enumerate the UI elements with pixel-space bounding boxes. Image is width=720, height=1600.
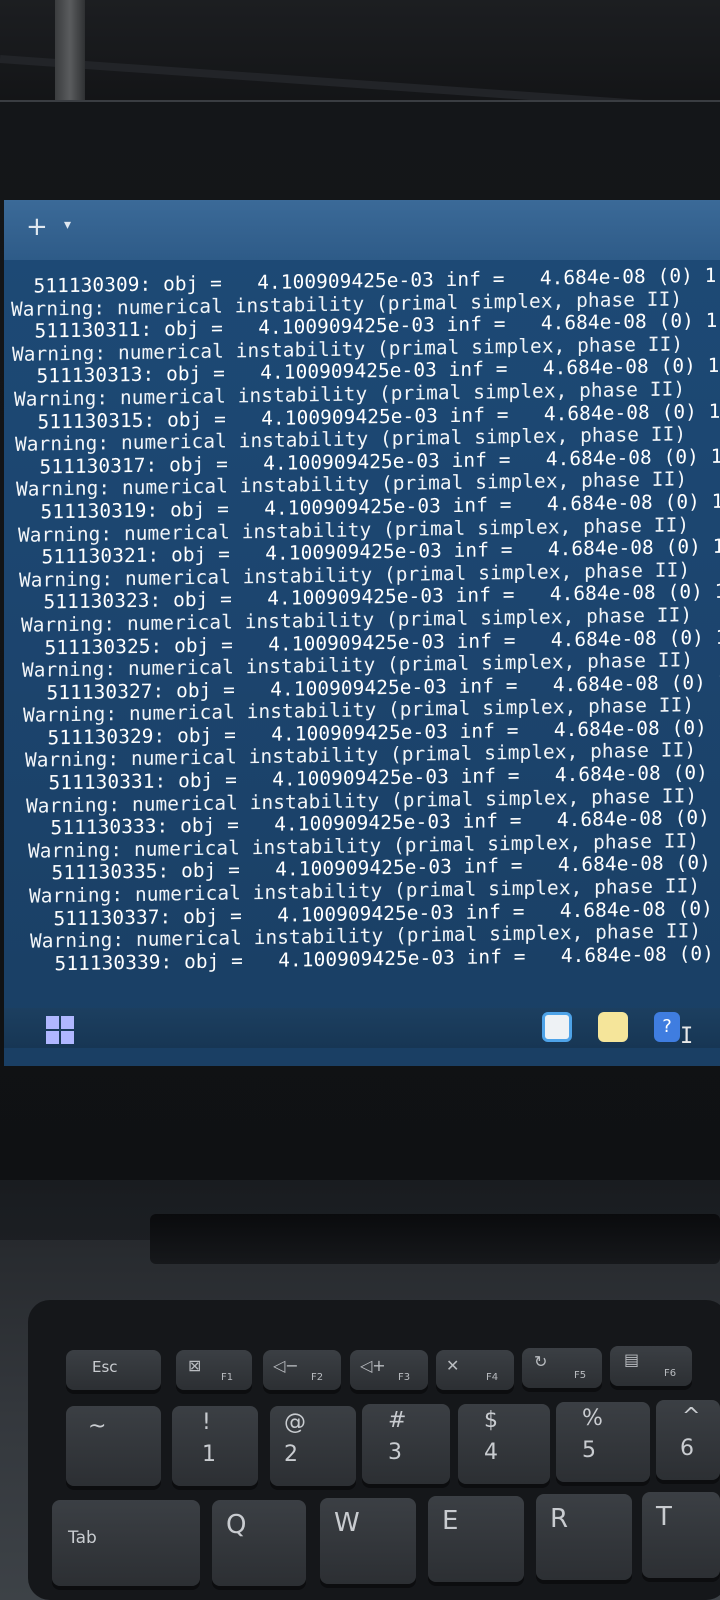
key-f6-touchpad[interactable]: ▤ F6 [610, 1346, 692, 1386]
key-5-symbol: % [582, 1406, 603, 1431]
key-3-label: 3 [388, 1440, 402, 1465]
key-6-symbol: ^ [682, 1404, 701, 1429]
key-q-label: Q [226, 1510, 247, 1540]
key-tilde[interactable]: ~ [66, 1406, 161, 1486]
key-w-label: W [334, 1508, 360, 1538]
key-3[interactable]: # 3 [362, 1404, 450, 1484]
key-t[interactable]: T [642, 1492, 720, 1578]
new-tab-button[interactable]: + [26, 214, 48, 240]
photo-frame: + ▾ 511130309: obj = 4.100909425e-03 inf… [0, 0, 720, 1600]
key-q[interactable]: Q [212, 1500, 306, 1586]
background-post [55, 0, 85, 110]
key-f3-label: F3 [398, 1372, 411, 1383]
volume-down-icon: ◁− [273, 1356, 299, 1375]
key-w[interactable]: W [320, 1498, 416, 1584]
key-4-label: 4 [484, 1440, 498, 1465]
key-f1-mute[interactable]: ⊠ F1 [176, 1350, 252, 1390]
tab-dropdown-button[interactable]: ▾ [64, 218, 71, 232]
laptop-hinge [150, 1214, 720, 1264]
key-5[interactable]: % 5 [556, 1402, 650, 1482]
key-e-label: E [442, 1506, 459, 1536]
key-5-label: 5 [582, 1438, 596, 1463]
key-f5-label: F5 [574, 1370, 587, 1381]
key-6-label: 6 [680, 1436, 694, 1461]
key-f2-label: F2 [311, 1372, 324, 1383]
key-f4-label: F4 [486, 1372, 499, 1383]
notes-app-icon[interactable] [542, 1012, 572, 1042]
refresh-icon: ↻ [534, 1352, 548, 1371]
key-f5-refresh[interactable]: ↻ F5 [522, 1348, 602, 1388]
laptop-screen: + ▾ 511130309: obj = 4.100909425e-03 inf… [4, 200, 720, 1066]
key-2[interactable]: @ 2 [270, 1406, 356, 1486]
key-f6-label: F6 [664, 1368, 677, 1379]
key-tab-label: Tab [68, 1528, 97, 1548]
key-4[interactable]: $ 4 [458, 1404, 550, 1484]
mic-mute-icon: ✕ [446, 1356, 460, 1375]
key-r[interactable]: R [536, 1494, 632, 1580]
key-esc-label: Esc [92, 1358, 118, 1376]
key-4-symbol: $ [484, 1408, 498, 1433]
key-t-label: T [656, 1502, 672, 1532]
mute-icon: ⊠ [188, 1356, 202, 1375]
text-cursor-icon: I [680, 1024, 694, 1049]
key-2-symbol: @ [284, 1410, 306, 1435]
key-2-label: 2 [284, 1442, 298, 1467]
terminal-output[interactable]: 511130309: obj = 4.100909425e-03 inf = 4… [4, 264, 720, 977]
key-f2-volume-down[interactable]: ◁− F2 [263, 1350, 341, 1390]
windows-start-icon[interactable] [46, 1016, 74, 1044]
sticky-notes-icon[interactable] [598, 1012, 628, 1042]
key-f3-volume-up[interactable]: ◁+ F3 [350, 1350, 428, 1390]
key-esc[interactable]: Esc [66, 1350, 161, 1390]
key-1-symbol: ! [202, 1410, 211, 1435]
key-3-symbol: # [388, 1408, 407, 1433]
touchpad-icon: ▤ [624, 1350, 640, 1369]
key-e[interactable]: E [428, 1496, 524, 1582]
key-f1-label: F1 [221, 1372, 234, 1383]
key-6[interactable]: ^ 6 [656, 1400, 720, 1480]
key-1[interactable]: ! 1 [172, 1406, 258, 1486]
key-1-label: 1 [202, 1442, 216, 1467]
key-tab[interactable]: Tab [52, 1500, 200, 1586]
terminal-tabbar: + ▾ [4, 200, 720, 260]
help-icon[interactable]: ? [654, 1012, 680, 1042]
key-r-label: R [550, 1504, 569, 1534]
volume-up-icon: ◁+ [360, 1356, 386, 1375]
key-tilde-label: ~ [88, 1414, 107, 1439]
key-f4-mic-mute[interactable]: ✕ F4 [436, 1350, 514, 1390]
